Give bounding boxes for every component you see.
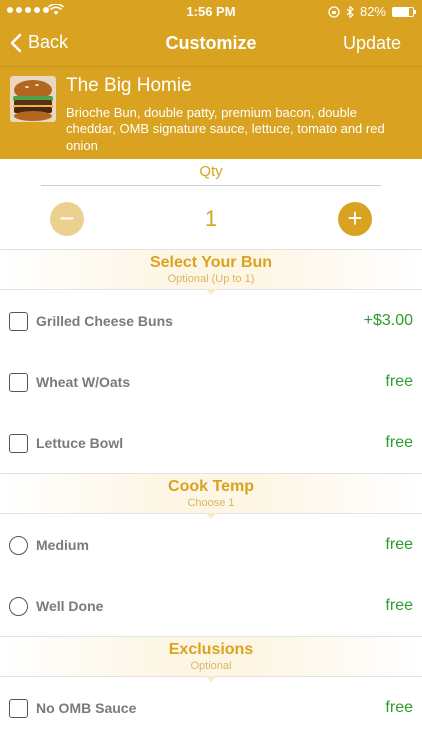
option-price: free bbox=[385, 373, 413, 390]
section-subtitle: Optional bbox=[190, 660, 232, 672]
checkbox[interactable] bbox=[9, 699, 28, 718]
checkbox[interactable] bbox=[9, 373, 28, 392]
bluetooth-icon bbox=[346, 5, 354, 18]
nav-bar: Back Customize Update bbox=[0, 22, 422, 66]
option-row-wheat-w-oats[interactable]: Wheat W/Oats free bbox=[0, 352, 422, 413]
option-price: free bbox=[385, 699, 413, 716]
option-row-lettuce-bowl[interactable]: Lettuce Bowl free bbox=[0, 413, 422, 474]
option-label: Grilled Cheese Buns bbox=[36, 313, 173, 329]
update-button[interactable]: Update bbox=[343, 33, 401, 54]
section-title: Cook Temp bbox=[168, 478, 254, 495]
battery-percent: 82% bbox=[359, 4, 386, 19]
radio-button[interactable] bbox=[9, 597, 28, 616]
option-row-no-omb-sauce[interactable]: No OMB Sauce free bbox=[0, 678, 422, 739]
option-label: Wheat W/Oats bbox=[36, 374, 131, 390]
section-header-cook-temp: Cook Temp Choose 1 bbox=[0, 473, 422, 519]
option-label: Lettuce Bowl bbox=[36, 435, 124, 451]
option-price: free bbox=[385, 434, 413, 451]
option-price: +$3.00 bbox=[363, 312, 413, 329]
checkbox[interactable] bbox=[9, 312, 28, 331]
checkbox[interactable] bbox=[9, 434, 28, 453]
section-subtitle: Choose 1 bbox=[187, 497, 235, 509]
item-name: The Big Homie bbox=[66, 75, 192, 96]
orientation-lock-icon bbox=[328, 5, 340, 18]
option-label: Medium bbox=[36, 537, 89, 553]
section-title: Exclusions bbox=[168, 641, 254, 658]
section-subtitle: Optional (Up to 1) bbox=[167, 273, 255, 285]
option-label: No OMB Sauce bbox=[36, 700, 137, 716]
quantity-divider bbox=[41, 185, 381, 186]
item-description: Brioche Bun, double patty, premium bacon… bbox=[66, 105, 385, 153]
option-price: free bbox=[385, 597, 413, 614]
option-row-medium[interactable]: Medium free bbox=[0, 515, 422, 576]
status-bar: 1:56 PM 82% bbox=[0, 0, 422, 22]
option-row-well-done[interactable]: Well Done free bbox=[0, 576, 422, 637]
increase-quantity-button[interactable]: + bbox=[338, 202, 372, 236]
option-price: free bbox=[385, 536, 413, 553]
battery-fill bbox=[393, 7, 410, 16]
burger-image bbox=[10, 76, 56, 122]
option-row-grilled-cheese-buns[interactable]: Grilled Cheese Buns +$3.00 bbox=[0, 291, 422, 352]
battery-icon bbox=[392, 6, 416, 17]
section-header-exclusions: Exclusions Optional bbox=[0, 636, 422, 682]
radio-button[interactable] bbox=[9, 536, 28, 555]
quantity-label: Qty bbox=[199, 163, 223, 180]
item-header: The Big Homie Brioche Bun, double patty,… bbox=[0, 66, 422, 159]
section-header-bun: Select Your Bun Optional (Up to 1) bbox=[0, 249, 422, 295]
option-label: Well Done bbox=[36, 598, 104, 614]
section-title: Select Your Bun bbox=[149, 254, 273, 271]
